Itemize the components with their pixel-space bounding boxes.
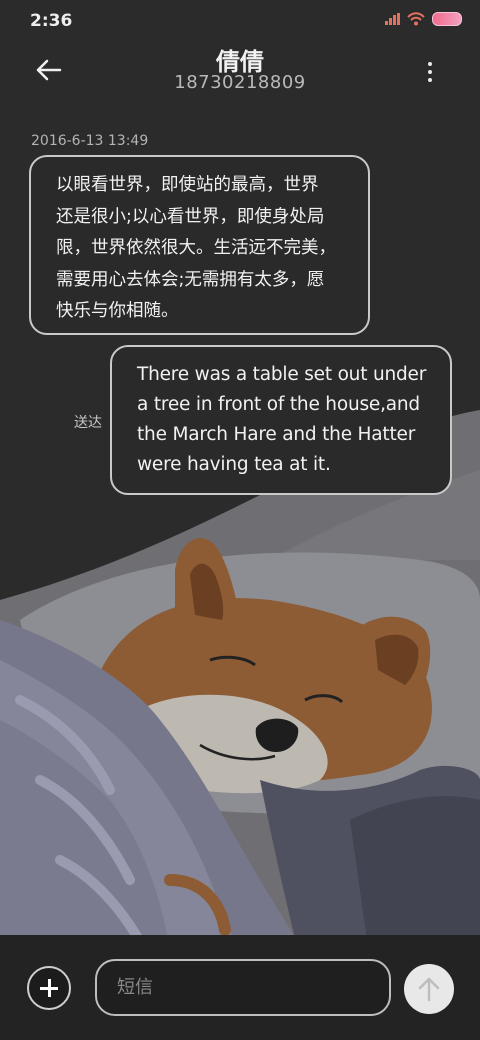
status-icons [385, 12, 462, 26]
conversation-header: 倩倩 18730218809 [0, 40, 480, 100]
status-bar: 2:36 [0, 0, 480, 40]
composer-bar: 短信 [0, 935, 480, 1040]
contact-number: 18730218809 [174, 72, 306, 93]
message-line: the March Hare and the Hatter [137, 424, 416, 445]
send-arrow-up-icon [418, 977, 440, 1002]
message-line: 需要用心去体会;无需拥有太多，愿 [56, 269, 325, 290]
message-line: 快乐与你相随。 [56, 301, 179, 321]
battery-icon [432, 12, 462, 26]
outgoing-message-bubble[interactable]: There was a table set out under a tree i… [110, 345, 452, 495]
more-vertical-icon [428, 62, 432, 66]
delivery-status: 送达 [74, 415, 102, 431]
message-line: a tree in front of the house,and [137, 394, 420, 415]
message-timestamp: 2016-6-13 13:49 [31, 133, 149, 149]
message-line: were having tea at it. [137, 454, 331, 475]
cellular-signal-icon [385, 13, 400, 25]
message-line: 以眼看世界，即使站的最高，世界 [56, 175, 319, 195]
send-button[interactable] [404, 964, 454, 1014]
wifi-icon [407, 12, 425, 26]
status-time: 2:36 [30, 11, 73, 31]
message-line: 限，世界依然很大。生活远不完美， [56, 238, 336, 258]
add-attachment-button[interactable] [27, 966, 71, 1010]
message-line: There was a table set out under [137, 364, 427, 385]
message-line: 还是很小;以心看世界，即使身处局 [56, 206, 325, 227]
more-options-button[interactable] [418, 56, 442, 88]
sms-input[interactable]: 短信 [95, 959, 391, 1016]
incoming-message-bubble[interactable]: 以眼看世界，即使站的最高，世界 还是很小;以心看世界，即使身处局 限，世界依然很… [29, 155, 370, 335]
